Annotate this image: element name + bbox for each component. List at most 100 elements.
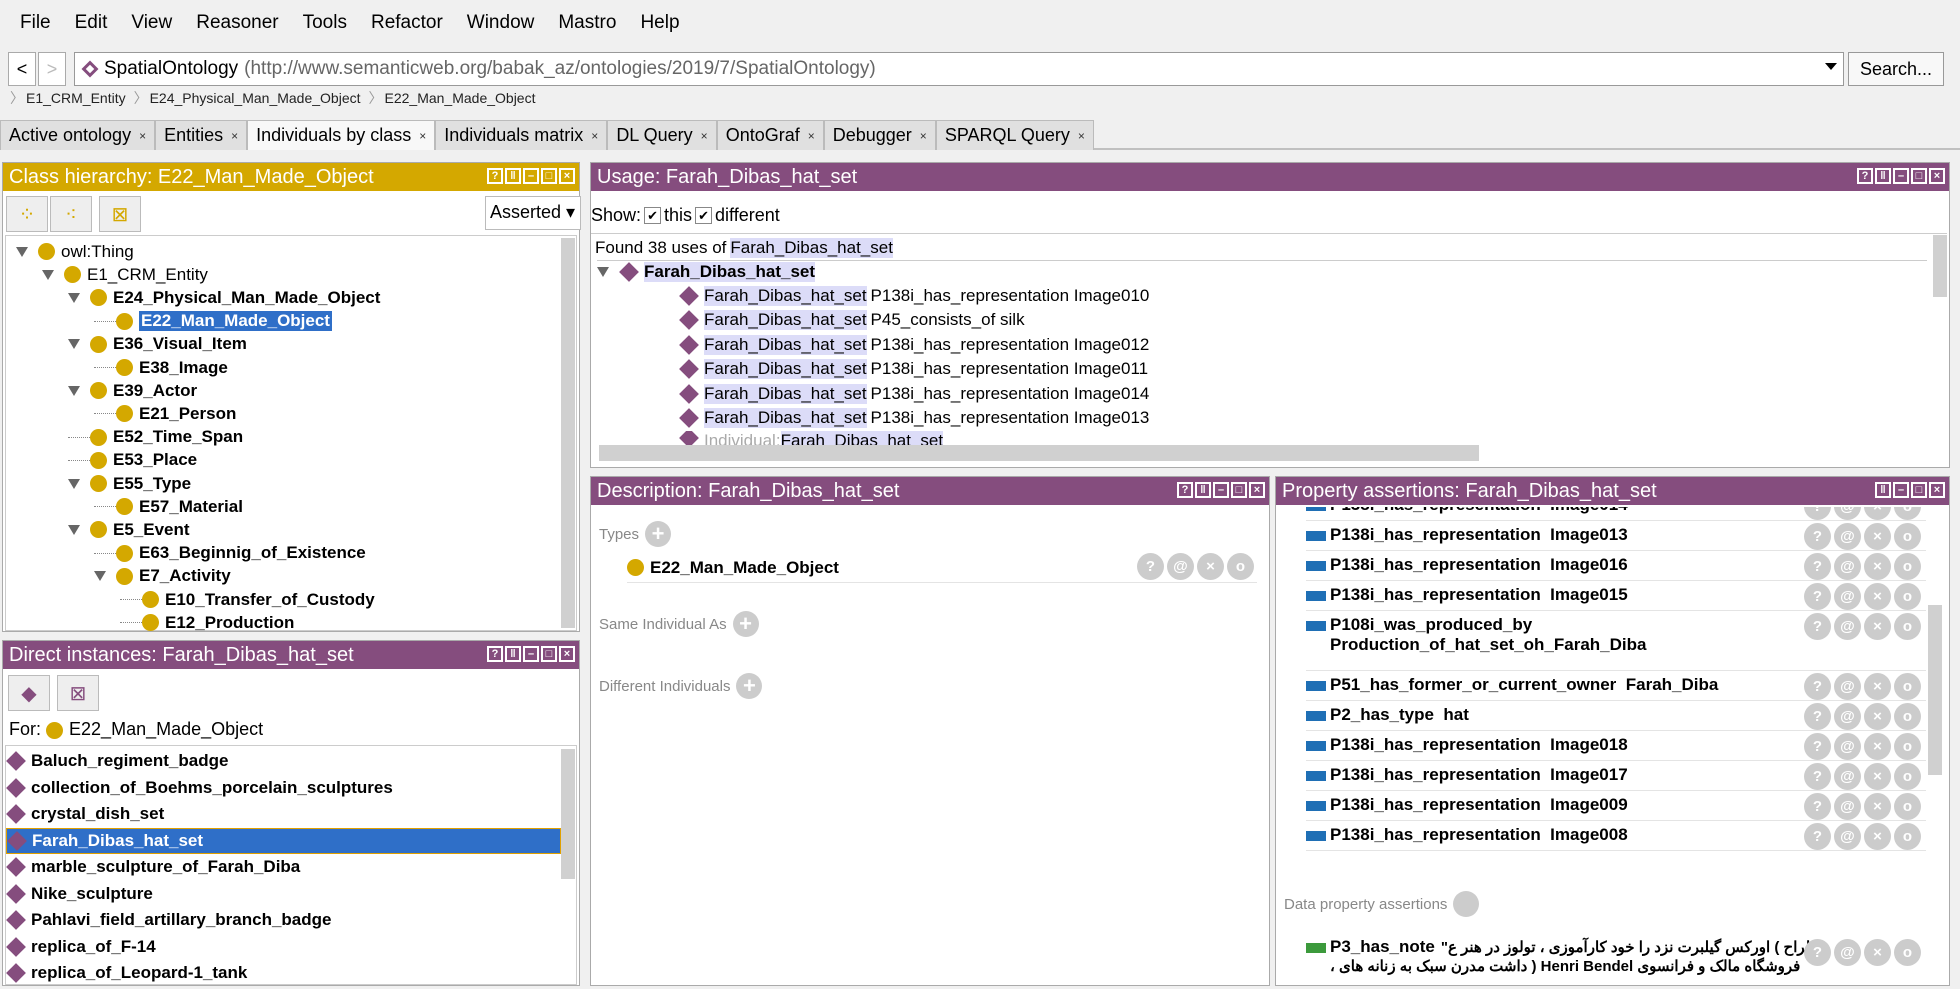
tree-item[interactable]: E36_Visual_Item [68, 333, 247, 356]
close-tab-icon[interactable]: × [808, 129, 815, 143]
menu-edit[interactable]: Edit [63, 12, 120, 34]
different-checkbox[interactable]: ✔ [695, 207, 713, 224]
add-individual-button[interactable]: ◆ [8, 675, 50, 711]
edit-icon[interactable]: o [1894, 823, 1921, 850]
menu-mastro[interactable]: Mastro [546, 12, 628, 34]
split-icon[interactable]: ‖ [505, 646, 521, 662]
add-same-individual-button[interactable]: + [732, 611, 759, 637]
usage-root[interactable]: Farah_Dibas_hat_set [597, 260, 1927, 283]
explain-icon[interactable]: ? [1804, 733, 1831, 760]
help-icon[interactable]: ? [1857, 168, 1873, 184]
tree-item[interactable]: E21_Person [94, 402, 236, 425]
expand-triangle-icon[interactable] [68, 292, 80, 303]
delete-icon[interactable]: × [1864, 553, 1891, 580]
breadcrumb-item[interactable]: E22_Man_Made_Object [369, 88, 536, 110]
add-subclass-button[interactable]: ⁘ [6, 196, 48, 232]
annotate-icon[interactable]: @ [1834, 793, 1861, 820]
edit-icon[interactable]: o [1894, 793, 1921, 820]
explain-icon[interactable]: ? [1804, 763, 1831, 790]
horizontal-scrollbar[interactable] [599, 445, 1479, 461]
usage-item[interactable]: Individual: Farah_Dibas_hat_set [679, 431, 944, 445]
tab-dl-query[interactable]: DL Query × [607, 120, 717, 150]
explain-icon[interactable]: ? [1804, 613, 1831, 640]
minimize-icon[interactable]: – [1213, 482, 1229, 498]
instance-item[interactable]: replica_of_Leopard-1_tank [6, 960, 561, 986]
explain-icon[interactable]: ? [1804, 823, 1831, 850]
vertical-scrollbar[interactable] [1933, 235, 1947, 297]
back-button[interactable]: < [8, 52, 36, 86]
split-icon[interactable]: ‖ [505, 168, 521, 184]
tree-item[interactable]: E55_Type [68, 472, 191, 495]
split-icon[interactable]: ‖ [1875, 168, 1891, 184]
explain-icon[interactable]: ? [1804, 583, 1831, 610]
tree-item[interactable]: E24_Physical_Man_Made_Object [68, 286, 380, 309]
close-icon[interactable]: × [1929, 482, 1945, 498]
add-data-property-button[interactable] [1453, 891, 1480, 917]
edit-icon[interactable]: o [1894, 583, 1921, 610]
menu-view[interactable]: View [119, 12, 184, 34]
menu-file[interactable]: File [8, 12, 63, 34]
usage-subject[interactable]: Farah_Dibas_hat_set [704, 310, 867, 330]
menu-refactor[interactable]: Refactor [359, 12, 455, 34]
tree-item[interactable]: E5_Event [68, 518, 190, 541]
tree-item[interactable]: owl:Thing [16, 240, 134, 263]
explain-icon[interactable]: ? [1137, 553, 1164, 580]
close-tab-icon[interactable]: × [920, 129, 927, 143]
tab-individuals-by-class[interactable]: Individuals by class × [247, 120, 436, 150]
tab-debugger[interactable]: Debugger × [823, 120, 936, 150]
annotate-icon[interactable]: @ [1834, 939, 1861, 966]
instance-item[interactable]: marble_sculpture_of_Farah_Diba [6, 854, 561, 880]
help-icon[interactable]: ? [487, 168, 503, 184]
edit-icon[interactable]: o [1894, 703, 1921, 730]
annotate-icon[interactable]: @ [1834, 823, 1861, 850]
tree-item[interactable]: E53_Place [68, 449, 197, 472]
usage-subject[interactable]: Farah_Dibas_hat_set [704, 285, 867, 306]
edit-icon[interactable]: o [1894, 553, 1921, 580]
delete-icon[interactable]: × [1864, 763, 1891, 790]
edit-icon[interactable]: o [1894, 613, 1921, 640]
usage-item[interactable]: Farah_Dibas_hat_set P138i_has_representat… [679, 333, 1149, 356]
delete-icon[interactable]: × [1864, 613, 1891, 640]
edit-icon[interactable]: o [1227, 553, 1254, 580]
menu-tools[interactable]: Tools [291, 12, 359, 34]
expand-triangle-icon[interactable] [68, 478, 80, 489]
usage-subject[interactable]: Farah_Dibas_hat_set [704, 334, 867, 355]
expand-triangle-icon[interactable] [597, 267, 609, 277]
annotate-icon[interactable]: @ [1834, 703, 1861, 730]
close-icon[interactable]: × [559, 646, 575, 662]
delete-icon[interactable]: × [1864, 523, 1891, 550]
data-property-assertion[interactable]: P3_has_note "طراح ) اورکس گیلبرت نزد را خ… [1306, 937, 1826, 985]
expand-triangle-icon[interactable] [68, 385, 80, 396]
explain-icon[interactable]: ? [1804, 793, 1831, 820]
usage-item[interactable]: Farah_Dibas_hat_set P45_consists_of silk [679, 309, 1025, 332]
annotate-icon[interactable]: @ [1834, 763, 1861, 790]
tree-item[interactable]: E57_Material [94, 495, 243, 518]
instance-item[interactable]: Baluch_regiment_badge [6, 748, 561, 774]
minimize-icon[interactable]: – [1893, 482, 1909, 498]
ontology-selector[interactable]: SpatialOntology (http://www.semanticweb.… [74, 52, 1844, 86]
delete-icon[interactable]: × [1864, 583, 1891, 610]
delete-icon[interactable]: × [1197, 553, 1224, 580]
annotate-icon[interactable]: @ [1834, 507, 1861, 520]
menu-window[interactable]: Window [455, 12, 547, 34]
delete-class-button[interactable]: ⊠ [99, 196, 141, 232]
tree-item[interactable]: E12_Production [120, 611, 294, 634]
delete-icon[interactable]: × [1864, 673, 1891, 700]
tree-item[interactable]: E22_Man_Made_Object [94, 310, 332, 333]
edit-icon[interactable]: o [1894, 733, 1921, 760]
annotate-icon[interactable]: @ [1834, 613, 1861, 640]
annotate-icon[interactable]: @ [1834, 553, 1861, 580]
add-sibling-class-button[interactable]: ⁖ [50, 196, 92, 232]
delete-individual-button[interactable]: ⊠ [57, 675, 99, 711]
add-type-button[interactable]: + [645, 521, 672, 547]
help-icon[interactable]: ? [1177, 482, 1193, 498]
usage-item[interactable]: Farah_Dibas_hat_set P138i_has_representat… [679, 358, 1148, 381]
close-tab-icon[interactable]: × [419, 129, 426, 143]
maximize-icon[interactable]: □ [1911, 168, 1927, 184]
tab-individuals-matrix[interactable]: Individuals matrix × [435, 120, 608, 150]
search-button[interactable]: Search... [1848, 52, 1944, 86]
instance-item[interactable]: crystal_dish_set [6, 801, 561, 827]
help-icon[interactable]: ? [487, 646, 503, 662]
close-icon[interactable]: × [1249, 482, 1265, 498]
edit-icon[interactable]: o [1894, 523, 1921, 550]
